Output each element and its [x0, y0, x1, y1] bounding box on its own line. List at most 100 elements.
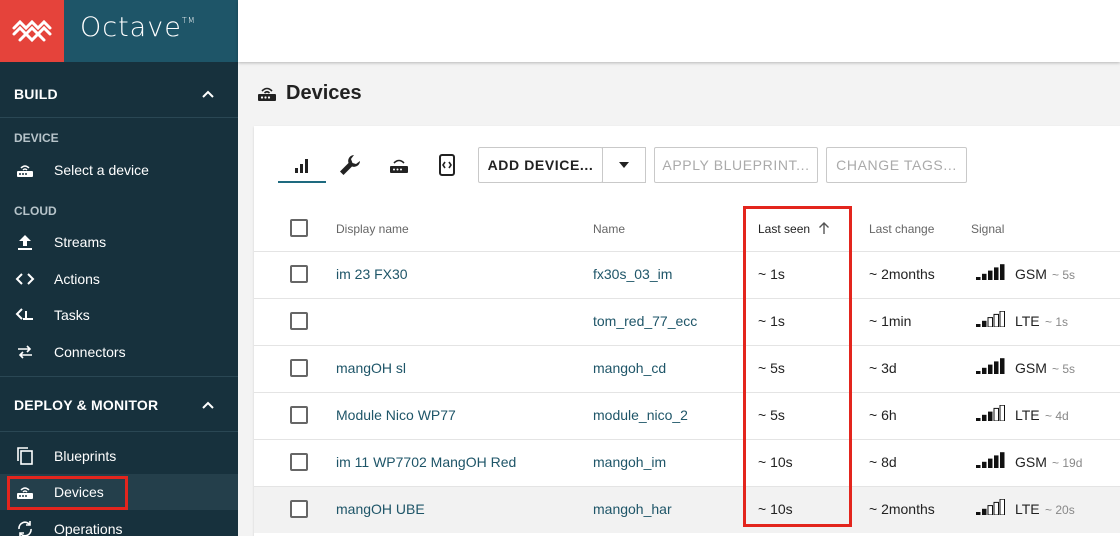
code-icon: [15, 273, 35, 285]
active-view-indicator: [278, 181, 326, 183]
page-title: Devices: [286, 82, 362, 104]
signal-strength-icon: [976, 499, 1005, 515]
device-display-name-link[interactable]: im 23 FX30: [336, 266, 408, 282]
signal-time: ~ 1s: [1045, 315, 1069, 329]
change-tags-button[interactable]: CHANGE TAGS...: [826, 147, 967, 183]
last-change-value: ~ 8d: [869, 454, 897, 470]
row-checkbox[interactable]: [290, 406, 308, 424]
signal-type: LTE: [1015, 407, 1040, 423]
signal-bar: [999, 405, 1005, 421]
router-icon: [258, 87, 276, 101]
row-checkbox[interactable]: [290, 265, 308, 283]
sidebar-item-actions[interactable]: Actions: [0, 261, 238, 297]
router-icon[interactable]: [386, 152, 412, 178]
apply-blueprint-button[interactable]: APPLY BLUEPRINT...: [654, 147, 818, 183]
highlight-box-devices: [7, 476, 128, 510]
add-device-button[interactable]: ADD DEVICE...: [478, 147, 603, 183]
sidebar-item-blueprints[interactable]: Blueprints: [0, 438, 238, 474]
signal-bar: [982, 461, 987, 468]
router-icon: [17, 165, 33, 177]
signal-bar: [994, 267, 999, 280]
signal-strength-icon: [976, 358, 1005, 374]
signal-bar: [982, 508, 987, 515]
sidebar-item-tasks[interactable]: Tasks: [0, 297, 238, 333]
device-name-link[interactable]: mangoh_im: [593, 454, 666, 470]
chevron-up-icon: [202, 90, 214, 98]
sidebar-item-connectors[interactable]: Connectors: [0, 334, 238, 370]
column-header-signal[interactable]: Signal: [971, 222, 1004, 236]
add-device-dropdown-button[interactable]: [602, 147, 646, 183]
sidebar-item-select-device[interactable]: Select a device: [0, 152, 238, 188]
column-header-last-change[interactable]: Last change: [869, 222, 934, 236]
row-checkbox[interactable]: [290, 500, 308, 518]
device-display-name-link[interactable]: mangOH UBE: [336, 501, 425, 517]
upload-icon: [18, 235, 32, 250]
signal-view-icon[interactable]: [289, 152, 315, 178]
signal-bar: [993, 313, 999, 327]
brand-bar: OctaveTM: [0, 0, 238, 62]
device-subheading: DEVICE: [14, 131, 59, 145]
signal-bar: [982, 414, 987, 421]
signal-bar: [987, 505, 993, 515]
sidebar-item-operations[interactable]: Operations: [0, 511, 238, 536]
device-display-name-link[interactable]: im 11 WP7702 MangOH Red: [336, 454, 516, 470]
signal-type: GSM: [1015, 454, 1047, 470]
signal-bar: [976, 324, 981, 327]
logo-icon[interactable]: [0, 0, 64, 62]
signal-time: ~ 4d: [1045, 409, 1069, 423]
last-change-value: ~ 1min: [869, 313, 912, 329]
signal-bar: [982, 320, 987, 327]
signal-strength-icon: [976, 311, 1005, 327]
swap-arrows-icon: [18, 345, 32, 359]
sidebar-item-label: Tasks: [54, 307, 90, 323]
brand-name: OctaveTM: [80, 12, 196, 43]
signal-bar: [993, 407, 999, 421]
row-checkbox[interactable]: [290, 359, 308, 377]
signal-bar: [993, 501, 999, 515]
column-header-display-name[interactable]: Display name: [336, 222, 409, 236]
device-name-link[interactable]: tom_red_77_ecc: [593, 313, 697, 329]
signal-bar: [988, 411, 993, 421]
device-name-link[interactable]: fx30s_03_im: [593, 266, 672, 282]
row-checkbox[interactable]: [290, 312, 308, 330]
deploy-section-header[interactable]: DEPLOY & MONITOR: [0, 376, 238, 432]
device-name-link[interactable]: mangoh_cd: [593, 360, 666, 376]
highlight-box-last-seen: [743, 206, 852, 527]
signal-bar: [976, 371, 981, 374]
device-name-link[interactable]: module_nico_2: [593, 407, 688, 423]
select-all-checkbox[interactable]: [290, 219, 308, 237]
signal-type: LTE: [1015, 501, 1040, 517]
sidebar-item-label: Connectors: [54, 344, 126, 360]
build-section-title: BUILD: [14, 86, 58, 102]
signal-bar: [999, 499, 1005, 515]
column-header-name[interactable]: Name: [593, 222, 625, 236]
caret-down-icon: [619, 162, 629, 168]
cloud-subheading: CLOUD: [14, 204, 57, 218]
sync-icon: [18, 521, 32, 536]
signal-time: ~ 5s: [1052, 362, 1076, 376]
signal-bar: [1000, 358, 1005, 374]
device-display-name-link[interactable]: mangOH sl: [336, 360, 406, 376]
signal-bar: [1000, 264, 1005, 280]
build-section-header[interactable]: BUILD: [0, 62, 238, 118]
signal-bar: [976, 465, 981, 468]
signal-time: ~ 20s: [1045, 503, 1075, 517]
signal-time: ~ 5s: [1052, 268, 1076, 282]
row-checkbox[interactable]: [290, 453, 308, 471]
device-display-name-link[interactable]: Module Nico WP77: [336, 407, 456, 423]
signal-time: ~ 19d: [1052, 456, 1083, 470]
signal-bar: [988, 364, 993, 374]
last-change-value: ~ 3d: [869, 360, 897, 376]
signal-bar: [976, 418, 981, 421]
sidebar-item-streams[interactable]: Streams: [0, 224, 238, 260]
signal-bar: [988, 458, 993, 468]
last-change-value: ~ 6h: [869, 407, 897, 423]
last-change-value: ~ 2months: [869, 501, 935, 517]
signal-bar: [994, 455, 999, 468]
device-name-link[interactable]: mangoh_har: [593, 501, 672, 517]
signal-bar: [994, 361, 999, 374]
device-code-icon[interactable]: [434, 152, 460, 178]
wrench-icon[interactable]: [337, 152, 363, 178]
signal-type: GSM: [1015, 266, 1047, 282]
signal-bar: [987, 317, 993, 327]
